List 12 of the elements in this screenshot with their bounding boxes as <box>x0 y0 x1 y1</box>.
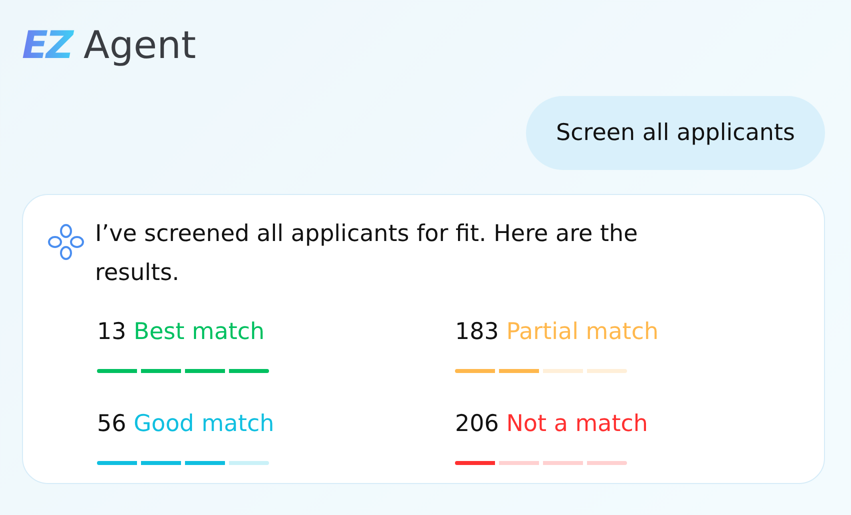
result-count: 206 <box>455 411 499 437</box>
result-count: 183 <box>455 319 499 345</box>
result-label: Good match <box>134 411 274 437</box>
result-label: Not a match <box>506 411 648 437</box>
user-message: Screen all applicants <box>526 96 825 170</box>
result-count: 56 <box>97 411 126 437</box>
result-label: Best match <box>134 319 265 345</box>
reply-message: I’ve screened all applicants for fit. Here are the results. <box>95 220 639 288</box>
result-label: Partial match <box>506 319 659 345</box>
result-count: 13 <box>97 319 126 345</box>
logo-name: Agent <box>84 26 196 64</box>
agent-icon <box>45 221 87 263</box>
